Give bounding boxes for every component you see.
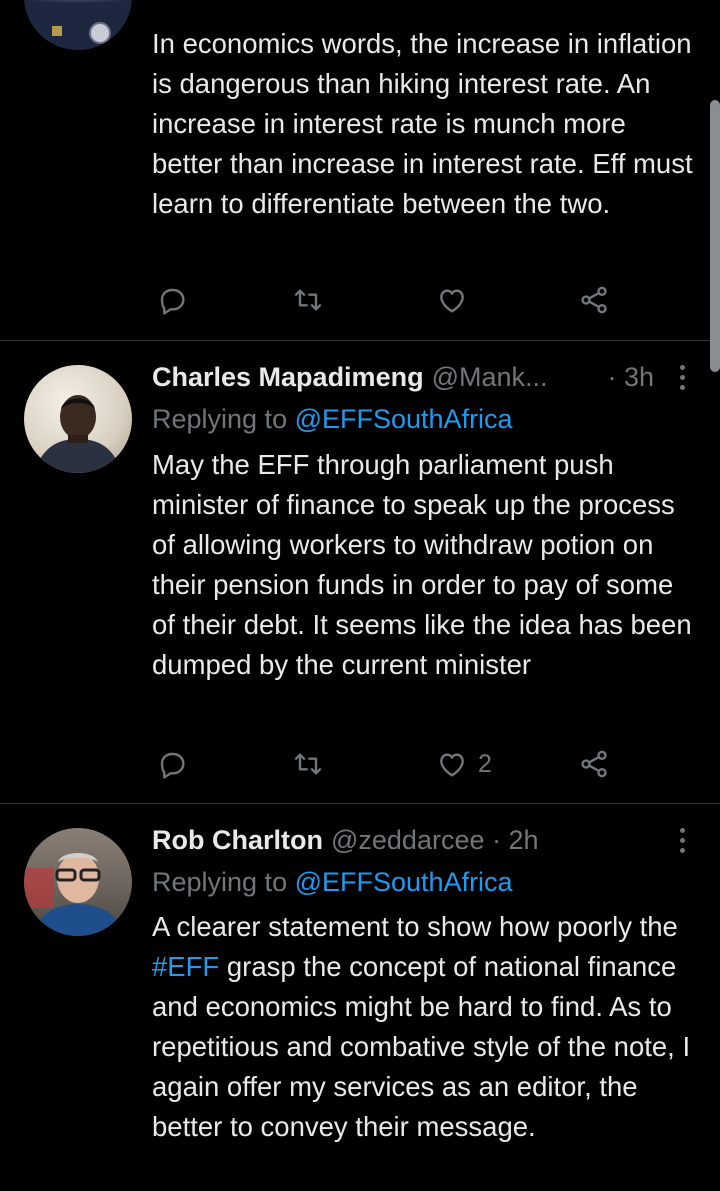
tweet-actions bbox=[152, 280, 632, 320]
replying-label: Replying to bbox=[152, 404, 295, 434]
timestamp[interactable]: · 2h bbox=[484, 822, 539, 858]
tweet-text-part: grasp the concept of national finance an… bbox=[152, 951, 691, 1142]
avatar[interactable] bbox=[24, 828, 132, 936]
more-icon[interactable] bbox=[672, 359, 692, 395]
tweet-header: Rob Charlton @zeddarcee · 2h bbox=[152, 822, 692, 858]
avatar-image bbox=[24, 2, 132, 50]
tweet-text: In economics words, the increase in infl… bbox=[152, 28, 693, 219]
retweet-button[interactable] bbox=[292, 744, 324, 784]
avatar[interactable] bbox=[24, 0, 132, 50]
tweet-text-part: A clearer statement to show how poorly t… bbox=[152, 911, 678, 942]
tweet-text: A clearer statement to show how poorly t… bbox=[152, 907, 697, 1147]
share-button[interactable] bbox=[578, 280, 610, 320]
reply-mention-link[interactable]: @EFFSouthAfrica bbox=[295, 867, 513, 897]
like-icon bbox=[440, 753, 464, 777]
display-name[interactable]: Charles Mapadimeng bbox=[152, 359, 424, 395]
avatar-image bbox=[34, 395, 122, 473]
more-icon[interactable] bbox=[672, 822, 692, 858]
replying-to: Replying to @EFFSouthAfrica bbox=[152, 401, 513, 437]
divider bbox=[0, 340, 720, 341]
like-button[interactable]: 2 bbox=[436, 744, 492, 784]
retweet-button[interactable] bbox=[292, 280, 324, 320]
reply-icon bbox=[160, 288, 185, 315]
share-button[interactable] bbox=[578, 744, 610, 784]
like-count: 2 bbox=[478, 749, 492, 778]
replying-label: Replying to bbox=[152, 867, 295, 897]
timestamp[interactable]: · 3h bbox=[607, 359, 654, 395]
tweet-header: Charles Mapadimeng @Mank... · 3h bbox=[152, 359, 692, 395]
tweet-actions: 2 bbox=[152, 744, 632, 784]
like-button[interactable] bbox=[436, 280, 478, 320]
tweet-text: May the EFF through parliament push mini… bbox=[152, 449, 692, 680]
retweet-icon bbox=[294, 753, 322, 775]
username[interactable]: @zeddarcee bbox=[331, 822, 485, 858]
reply-mention-link[interactable]: @EFFSouthAfrica bbox=[295, 404, 513, 434]
share-icon bbox=[581, 750, 607, 778]
share-icon bbox=[581, 286, 607, 314]
reply-icon bbox=[160, 752, 185, 779]
reply-button[interactable] bbox=[156, 280, 188, 320]
divider bbox=[0, 803, 720, 804]
replying-to: Replying to @EFFSouthAfrica bbox=[152, 864, 513, 900]
reply-button[interactable] bbox=[156, 744, 188, 784]
avatar[interactable] bbox=[24, 365, 132, 473]
like-icon bbox=[440, 289, 464, 313]
hashtag-link[interactable]: #EFF bbox=[152, 951, 219, 982]
username[interactable]: @Mank... bbox=[432, 359, 548, 395]
retweet-icon bbox=[294, 289, 322, 311]
scrollbar[interactable] bbox=[710, 100, 720, 372]
display-name[interactable]: Rob Charlton bbox=[152, 822, 323, 858]
avatar-image bbox=[24, 853, 124, 936]
